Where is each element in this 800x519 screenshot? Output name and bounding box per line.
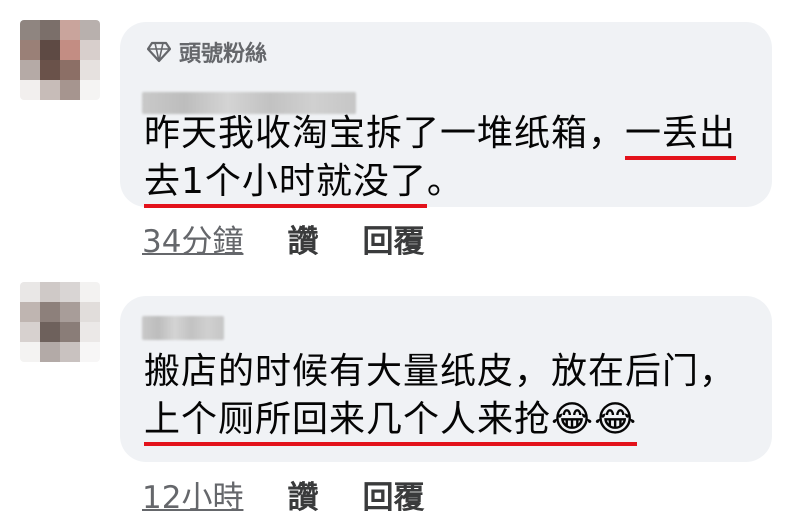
comment-bubble: 頭號粉絲 昨天我收淘宝拆了一堆纸箱，一丢出 去1个小时就没了。 — [120, 22, 772, 208]
comment-text: 昨天我收淘宝拆了一堆纸箱，一丢出 去1个小时就没了。 — [144, 110, 752, 208]
badge-label: 頭號粉絲 — [179, 42, 268, 67]
avatar[interactable] — [20, 20, 100, 100]
comment-2: 搬店的时候有大量纸皮，放在后门， 上个厕所回来几个人来抢😂😂 12小時 讚 回覆 — [0, 278, 800, 519]
highlighted-text: 一丢出 — [625, 113, 737, 160]
timestamp-link[interactable]: 12小時 — [142, 472, 243, 517]
timestamp-link[interactable]: 34分鐘 — [142, 216, 243, 261]
highlighted-text: 去1个小时就没了 — [144, 161, 427, 208]
avatar[interactable] — [20, 282, 100, 362]
comment-1: 頭號粉絲 昨天我收淘宝拆了一堆纸箱，一丢出 去1个小时就没了。 34分鐘 讚 回… — [0, 0, 800, 260]
highlighted-text: 上个厕所回来几个人来抢😂😂 — [144, 399, 638, 446]
comment-text: 搬店的时候有大量纸皮，放在后门， 上个厕所回来几个人来抢😂😂 — [144, 348, 752, 446]
commenter-name-redacted[interactable] — [142, 316, 224, 340]
reply-button[interactable]: 回覆 — [362, 472, 424, 517]
like-button[interactable]: 讚 — [287, 472, 318, 517]
comment-actions: 12小時 讚 回覆 — [142, 472, 424, 517]
like-button[interactable]: 讚 — [287, 216, 318, 261]
comment-bubble: 搬店的时候有大量纸皮，放在后门， 上个厕所回来几个人来抢😂😂 — [120, 296, 772, 462]
top-fan-badge: 頭號粉絲 — [147, 36, 267, 68]
diamond-icon — [147, 41, 171, 63]
reply-button[interactable]: 回覆 — [362, 216, 424, 261]
comment-actions: 34分鐘 讚 回覆 — [142, 216, 424, 261]
